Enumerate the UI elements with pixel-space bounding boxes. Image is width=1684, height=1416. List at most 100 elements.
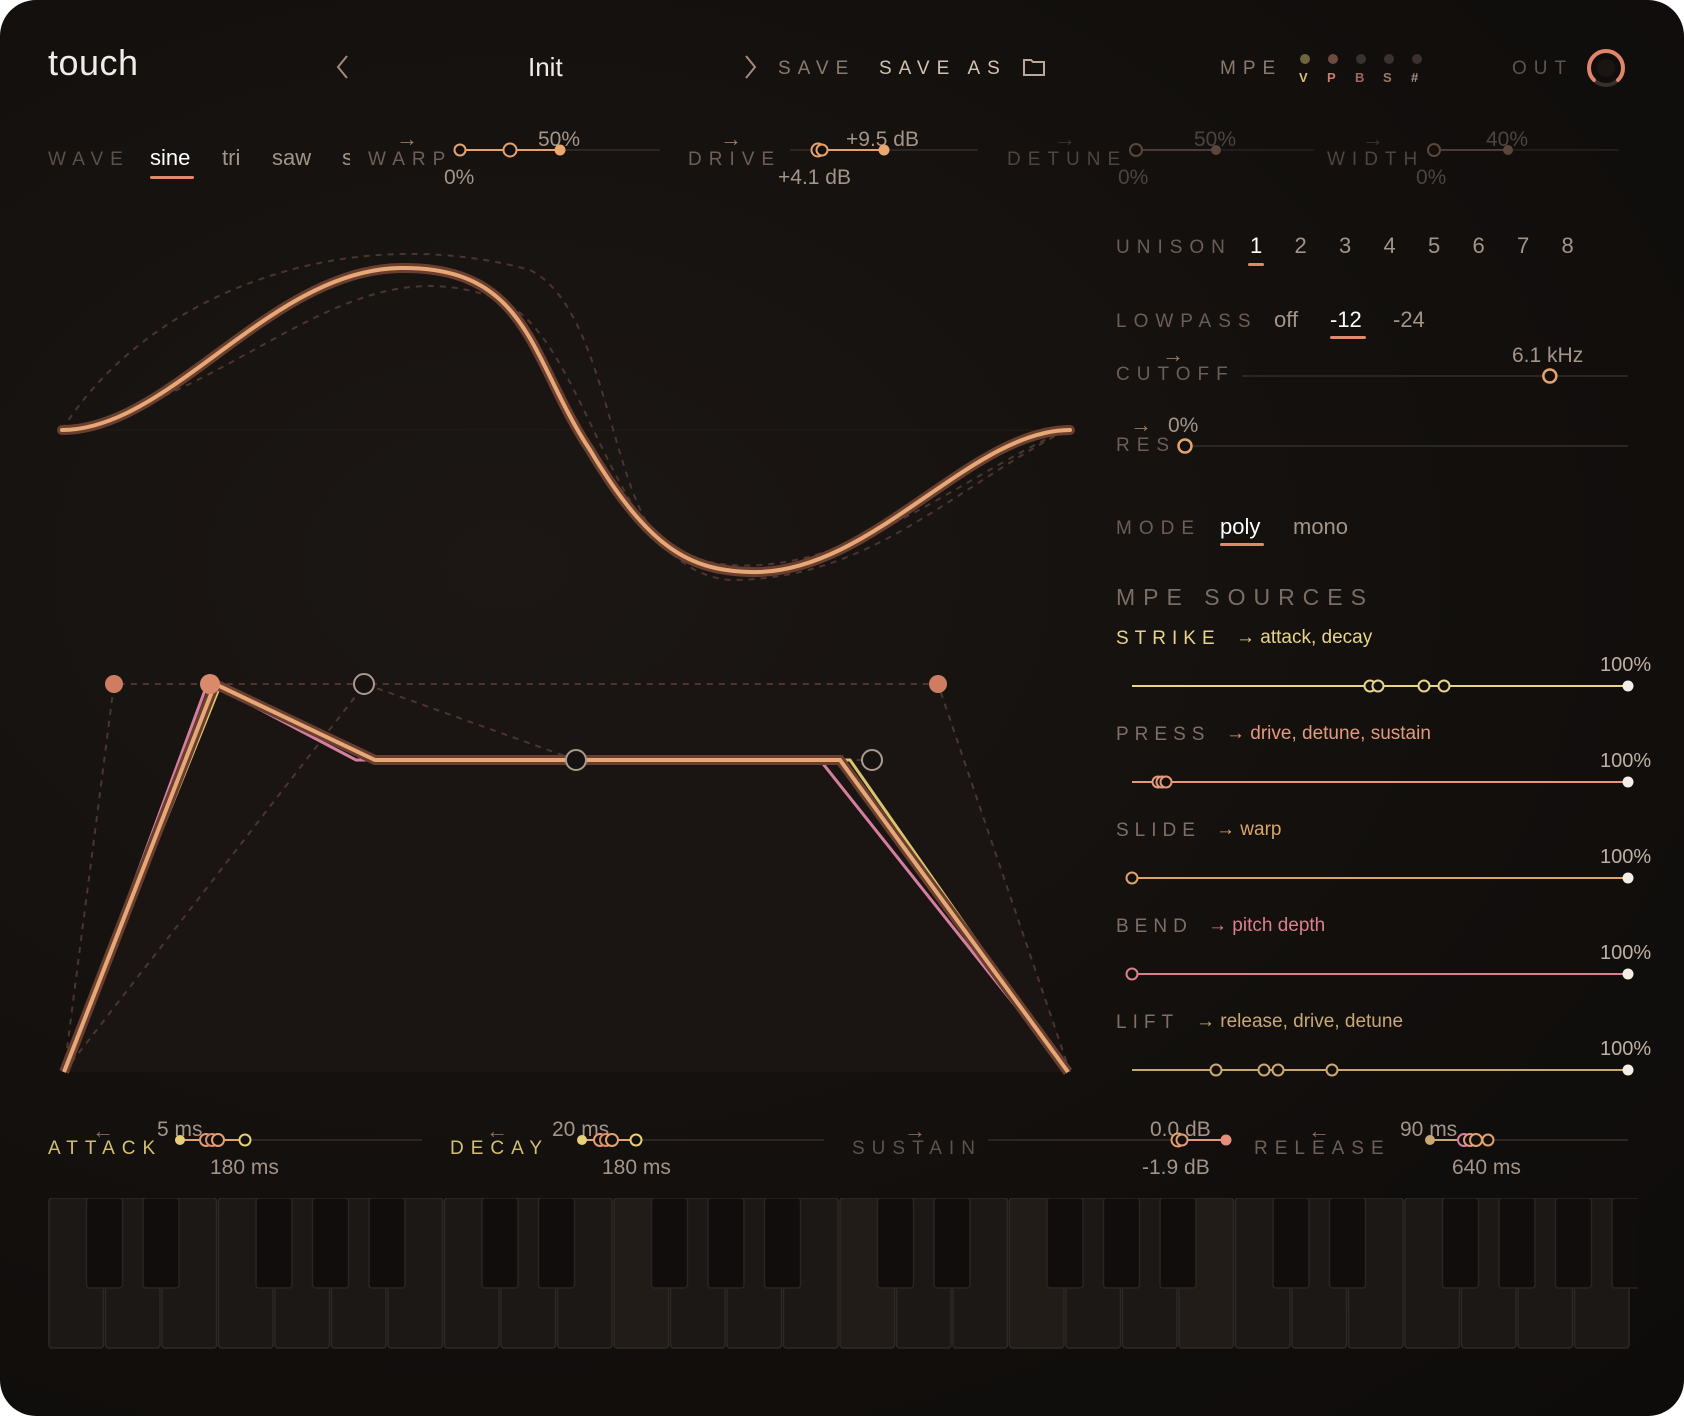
piano-keyboard[interactable] [48,1198,1638,1350]
detune-mod-value: 0% [1118,166,1149,189]
sustain-slider[interactable] [986,1130,1232,1150]
folder-icon [1023,59,1045,76]
black-key[interactable] [707,1198,745,1289]
black-key[interactable] [368,1198,406,1289]
black-key[interactable] [1554,1198,1593,1289]
mpe-source-press-amount: 100% [1600,750,1652,772]
unison-option-1[interactable]: 1 [1250,233,1262,259]
mpe-indicators: V P B S # [1296,50,1432,90]
next-preset-button[interactable] [740,52,760,90]
mpe-source-bend-label: BEND [1116,916,1193,937]
mpe-dot-v [1300,54,1310,64]
res-slider[interactable] [1176,436,1630,456]
unison-option-4[interactable]: 4 [1384,233,1396,259]
mpe-source-press-label: PRESS [1116,724,1211,745]
black-key[interactable] [1159,1198,1197,1289]
mode-option-poly[interactable]: poly [1220,514,1260,540]
mpe-source-strike-target[interactable]: → attack, decay [1236,627,1372,649]
attack-mod-value: 180 ms [210,1156,279,1179]
mpe-source-press-slider[interactable] [1120,772,1640,792]
black-key[interactable] [650,1198,689,1289]
unison-option-2[interactable]: 2 [1295,233,1307,259]
envelope-point-release-mod[interactable] [929,675,947,693]
cutoff-handle[interactable] [1542,368,1558,384]
mpe-source-lift-target[interactable]: → release, drive, detune [1196,1011,1403,1033]
warp-label: WARP [368,149,453,170]
cutoff-label: CUTOFF [1116,364,1235,385]
black-key[interactable] [1272,1198,1310,1289]
black-key[interactable] [876,1198,915,1289]
mpe-label: MPE [1220,58,1283,79]
lowpass-option-24[interactable]: -24 [1393,307,1425,333]
folder-button[interactable] [1022,56,1046,83]
cutoff-value: 6.1 kHz [1512,344,1584,367]
decay-slider[interactable] [572,1130,832,1150]
envelope-point-attack[interactable] [200,674,220,694]
waveform-display [57,252,1075,582]
synth-window: touch Init SAVE SAVE AS MPE V P B S # OU… [0,0,1684,1416]
unison-option-5[interactable]: 5 [1428,233,1440,259]
mpe-source-press-target[interactable]: → drive, detune, sustain [1226,723,1431,745]
black-key[interactable] [255,1198,293,1289]
drive-slider[interactable] [780,140,980,160]
mpe-indicator-s: S [1383,70,1393,85]
mpe-source-strike-amount: 100% [1600,654,1652,676]
black-key[interactable] [1611,1198,1638,1289]
black-key[interactable] [142,1198,180,1289]
lowpass-option-12[interactable]: -12 [1330,307,1362,333]
attack-slider[interactable] [170,1130,430,1150]
cutoff-slider[interactable] [1240,366,1630,386]
envelope-point-decay[interactable] [565,749,587,771]
envelope-point-start-mod[interactable] [105,675,123,693]
mpe-source-strike-slider[interactable] [1120,676,1640,696]
black-key[interactable] [763,1198,802,1289]
black-key[interactable] [311,1198,350,1289]
mode-option-mono[interactable]: mono [1293,514,1348,540]
preset-name[interactable]: Init [528,52,563,83]
envelope-point-sustain[interactable] [861,749,883,771]
chevron-right-icon [745,55,757,79]
black-key[interactable] [1441,1198,1480,1289]
mpe-dot-hash [1412,54,1422,64]
black-key[interactable] [1498,1198,1536,1289]
unison-option-3[interactable]: 3 [1339,233,1351,259]
mpe-source-bend-target[interactable]: → pitch depth [1208,915,1325,937]
previous-preset-button[interactable] [333,52,353,90]
black-key[interactable] [537,1198,576,1289]
black-key[interactable] [481,1198,519,1289]
oscillator-params: → WARP 50% 0% → DRIVE +9.5 dB +4.1 dB → … [0,120,1684,200]
black-key[interactable] [85,1198,124,1289]
width-label: WIDTH [1327,149,1425,170]
waveform-mod-ghost-lower [61,285,1071,582]
lowpass-option-off[interactable]: off [1274,307,1298,333]
mpe-source-strike-label: STRIKE [1116,628,1221,649]
release-slider[interactable] [1420,1130,1632,1150]
black-key[interactable] [1102,1198,1141,1289]
output-level-knob[interactable] [1584,46,1628,95]
unison-option-7[interactable]: 7 [1517,233,1529,259]
mpe-indicator-p: P [1327,70,1337,85]
envelope-point-attack-mod[interactable] [353,673,375,695]
save-button[interactable]: SAVE [778,58,855,80]
mpe-source-lift-slider[interactable] [1120,1060,1640,1080]
detune-slider[interactable] [1126,140,1316,160]
mpe-source-slide-target[interactable]: → warp [1216,819,1281,841]
res-handle[interactable] [1177,438,1193,454]
mpe-source-slide-label: SLIDE [1116,820,1201,841]
lowpass-selected-underline [1330,336,1366,339]
unison-option-8[interactable]: 8 [1562,233,1574,259]
save-as-button[interactable]: SAVE AS [879,58,1007,80]
width-slider[interactable] [1424,140,1624,160]
mpe-source-bend-amount: 100% [1600,942,1652,964]
envelope-display[interactable] [50,660,1090,1090]
mpe-source-lift-amount: 100% [1600,1038,1652,1060]
mpe-source-bend-slider[interactable] [1120,964,1640,984]
unison-option-6[interactable]: 6 [1473,233,1485,259]
mpe-dot-s [1384,54,1394,64]
mpe-source-slide-slider[interactable] [1120,868,1640,888]
black-key[interactable] [1328,1198,1367,1289]
warp-slider[interactable] [450,140,670,160]
black-key[interactable] [1046,1198,1084,1289]
mpe-source-slide-amount: 100% [1600,846,1652,868]
black-key[interactable] [933,1198,971,1289]
